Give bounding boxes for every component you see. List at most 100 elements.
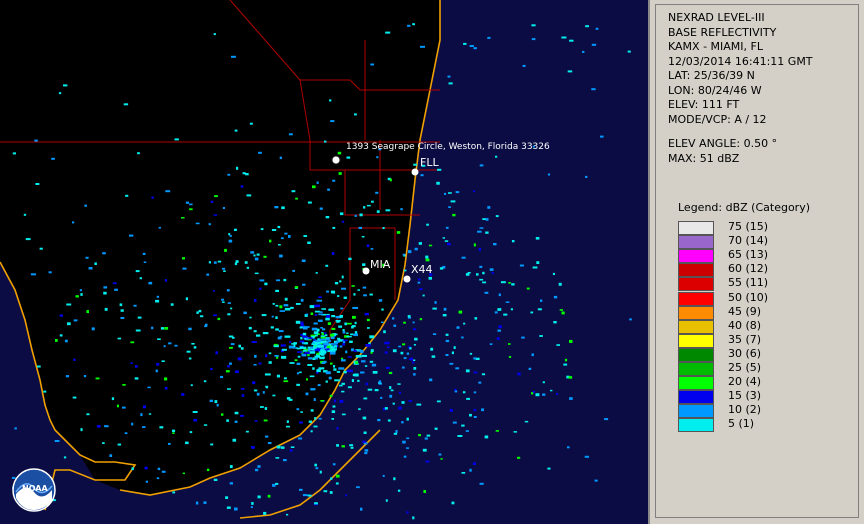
radar-echo xyxy=(467,272,471,274)
radar-echo xyxy=(438,453,442,456)
radar-echo xyxy=(249,122,253,125)
radar-echo xyxy=(418,434,421,437)
radar-echo xyxy=(254,272,259,275)
radar-echo xyxy=(240,185,244,188)
radar-echo xyxy=(284,232,288,235)
radar-echo xyxy=(371,200,374,203)
radar-echo xyxy=(398,391,401,394)
radar-echo xyxy=(375,191,379,194)
radar-echo xyxy=(531,38,536,41)
radar-echo xyxy=(135,329,141,332)
radar-echo xyxy=(151,326,154,330)
radar-echo xyxy=(298,437,303,440)
radar-echo xyxy=(88,267,93,270)
radar-echo xyxy=(540,299,543,302)
radar-echo xyxy=(332,179,336,182)
radar-echo xyxy=(567,446,570,449)
mia-marker xyxy=(362,267,370,275)
radar-echo xyxy=(547,467,551,470)
radar-echo xyxy=(307,357,313,360)
radar-echo xyxy=(210,443,214,446)
radar-echo xyxy=(419,288,423,291)
radar-echo xyxy=(314,304,321,308)
radar-echo xyxy=(325,338,330,340)
radar-echo xyxy=(406,447,409,449)
legend-swatch xyxy=(678,221,714,235)
radar-echo xyxy=(406,352,410,355)
radar-echo xyxy=(487,206,491,209)
radar-echo xyxy=(521,336,525,339)
radar-echo xyxy=(94,262,97,265)
radar-echo xyxy=(431,355,436,358)
radar-echo xyxy=(341,413,346,416)
radar-echo xyxy=(339,212,344,216)
radar-echo xyxy=(372,371,378,374)
radar-echo xyxy=(275,304,279,307)
radar-echo xyxy=(244,261,248,264)
radar-echo xyxy=(251,446,255,449)
radar-echo xyxy=(111,397,115,401)
radar-echo xyxy=(273,343,278,346)
radar-echo xyxy=(255,468,259,472)
radar-echo xyxy=(300,411,303,413)
radar-echo xyxy=(398,345,402,348)
radar-echo xyxy=(366,318,370,322)
radar-echo xyxy=(237,357,242,361)
radar-echo xyxy=(336,370,341,373)
radar-echo xyxy=(363,206,366,209)
radar-echo xyxy=(559,309,563,311)
radar-echo xyxy=(326,315,331,318)
radar-echo xyxy=(276,374,280,378)
radar-echo xyxy=(563,363,568,366)
radar-echo xyxy=(418,242,422,245)
radar-echo xyxy=(526,287,530,290)
radar-echo xyxy=(413,328,417,331)
radar-echo xyxy=(349,444,354,447)
radar-echo xyxy=(271,229,277,231)
radar-echo xyxy=(299,421,303,424)
radar-echo xyxy=(313,346,317,349)
radar-echo xyxy=(210,367,213,371)
radar-echo xyxy=(253,330,257,333)
legend-swatch xyxy=(678,305,714,320)
radar-map[interactable]: 1393 Seagrape Circle, Weston, Florida 33… xyxy=(0,0,650,524)
radar-echo xyxy=(370,349,374,352)
radar-echo xyxy=(142,426,146,428)
radar-echo xyxy=(627,50,631,53)
legend-swatch xyxy=(678,347,714,362)
radar-echo xyxy=(345,494,348,497)
radar-echo xyxy=(309,375,315,378)
radar-echo xyxy=(553,295,558,299)
radar-echo xyxy=(227,388,231,390)
city-label-fll: FLL xyxy=(420,156,439,169)
radar-echo xyxy=(474,317,478,320)
radar-echo xyxy=(531,24,536,27)
radar-echo xyxy=(361,360,366,363)
radar-echo xyxy=(357,289,360,291)
radar-echo xyxy=(213,314,217,317)
radar-echo xyxy=(330,333,335,337)
legend-label: 65 (13) xyxy=(728,248,769,262)
radar-echo xyxy=(117,443,122,446)
radar-echo xyxy=(448,82,453,85)
legend-row: 75 (15) xyxy=(678,220,828,235)
legend-row: 45 (9) xyxy=(678,305,828,320)
radar-echo xyxy=(354,214,357,217)
radar-echo xyxy=(339,384,343,387)
radar-echo xyxy=(510,308,513,311)
radar-echo xyxy=(245,430,249,433)
radar-echo xyxy=(333,365,336,368)
product-name: NEXRAD LEVEL-III xyxy=(668,11,765,24)
radar-echo xyxy=(83,375,87,378)
radar-echo xyxy=(294,286,299,289)
radar-echo xyxy=(37,365,41,368)
radar-echo xyxy=(569,339,573,343)
radar-echo xyxy=(384,341,390,345)
radar-echo xyxy=(224,248,227,252)
radar-echo xyxy=(381,308,384,311)
radar-echo xyxy=(313,331,319,335)
radar-echo xyxy=(340,357,344,360)
radar-echo xyxy=(323,342,329,346)
radar-echo xyxy=(318,417,322,420)
radar-echo xyxy=(358,226,363,229)
